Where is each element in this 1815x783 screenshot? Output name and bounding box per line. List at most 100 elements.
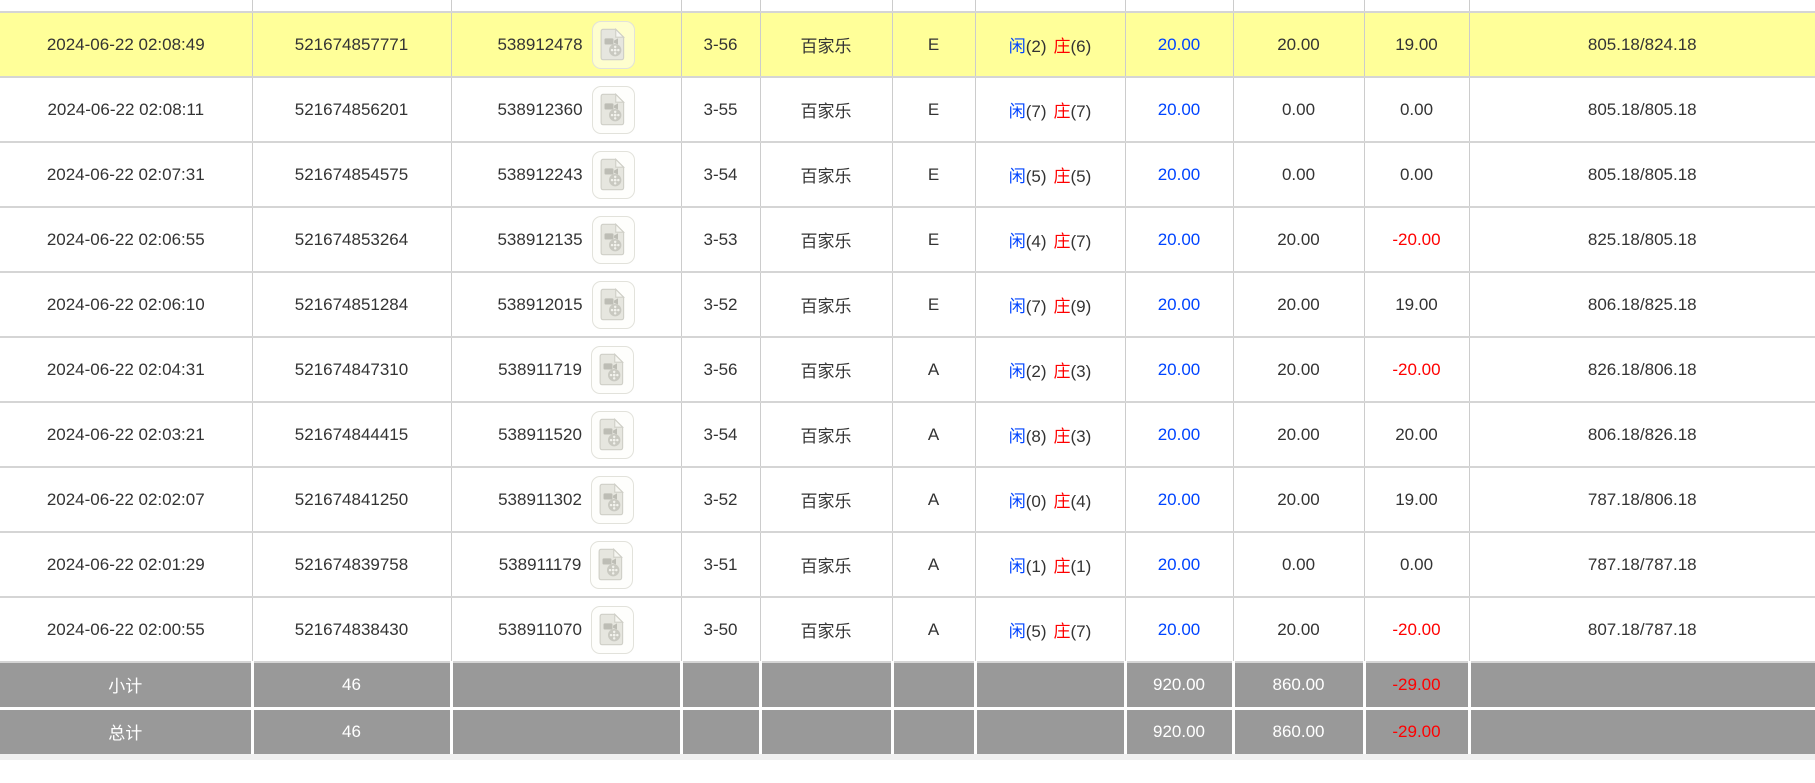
game-name: 百家乐: [760, 402, 892, 467]
balance-before-after: 806.18/825.18: [1469, 272, 1815, 337]
win-loss: 19.00: [1364, 467, 1469, 532]
round-id-cell: 538912015: [451, 272, 681, 337]
bet-id: 521674838430: [252, 597, 451, 662]
table-round: 3-56: [681, 12, 760, 77]
empty-cell: [451, 708, 681, 754]
game-result: 闲(0)庄(4): [975, 467, 1125, 532]
empty-cell: [1469, 708, 1815, 754]
zone-label: E: [892, 142, 975, 207]
subtotal-row: 小计 46 920.00 860.00 -29.00: [0, 662, 1815, 708]
valid-amount: 20.00: [1233, 272, 1364, 337]
balance-before-after: 806.18/826.18: [1469, 402, 1815, 467]
bet-amount: 20.00: [1125, 207, 1233, 272]
player-result-label: 闲: [1009, 427, 1026, 446]
video-record-button[interactable]: [591, 346, 634, 394]
player-result-label: 闲: [1009, 362, 1026, 381]
video-record-button[interactable]: [592, 151, 635, 199]
video-record-button[interactable]: [592, 216, 635, 264]
bet-record-row[interactable]: 2024-06-22 02:07:31 521674854575 5389122…: [0, 142, 1815, 207]
video-record-button[interactable]: [592, 86, 635, 134]
valid-amount: 0.00: [1233, 532, 1364, 597]
subtotal-valid-total: 860.00: [1233, 662, 1364, 708]
zone-label: E: [892, 272, 975, 337]
bet-id: 521674857771: [252, 12, 451, 77]
player-result-label: 闲: [1009, 37, 1026, 56]
game-result: 闲(1)庄(1): [975, 532, 1125, 597]
grand-total-win-loss: -29.00: [1364, 708, 1469, 754]
subtotal-count: 46: [252, 662, 451, 708]
video-record-button[interactable]: [590, 541, 633, 589]
bet-time: 2024-06-22 02:01:29: [0, 532, 252, 597]
empty-cell: [760, 708, 892, 754]
zone-label: A: [892, 337, 975, 402]
table-round: 3-50: [681, 597, 760, 662]
bet-record-row[interactable]: 2024-06-22 02:01:29 521674839758 5389111…: [0, 532, 1815, 597]
banker-result-label: 庄: [1054, 297, 1071, 316]
win-loss: 0.00: [1364, 142, 1469, 207]
bet-record-row[interactable]: 2024-06-22 02:06:55 521674853264 5389121…: [0, 207, 1815, 272]
table-round: 3-54: [681, 402, 760, 467]
bet-record-row[interactable]: 2024-06-22 02:03:21 521674844415 5389115…: [0, 402, 1815, 467]
video-record-icon: [600, 288, 627, 321]
video-record-button[interactable]: [591, 411, 634, 459]
bet-amount: 20.00: [1125, 402, 1233, 467]
video-record-icon: [600, 28, 627, 61]
bet-record-row[interactable]: 2024-06-22 02:08:11 521674856201 5389123…: [0, 77, 1815, 142]
grand-total-label: 总计: [0, 708, 252, 754]
bet-record-row[interactable]: 2024-06-22 02:04:31 521674847310 5389117…: [0, 337, 1815, 402]
banker-result-label: 庄: [1054, 102, 1071, 121]
bet-record-row[interactable]: 2024-06-22 02:08:49 521674857771 5389124…: [0, 12, 1815, 77]
game-name: 百家乐: [760, 77, 892, 142]
banker-result-label: 庄: [1054, 167, 1071, 186]
game-result: 闲(5)庄(7): [975, 597, 1125, 662]
video-record-button[interactable]: [591, 606, 634, 654]
grand-total-count: 46: [252, 708, 451, 754]
win-loss: 0.00: [1364, 77, 1469, 142]
video-record-icon: [600, 93, 627, 126]
win-loss: 20.00: [1364, 402, 1469, 467]
balance-before-after: 805.18/805.18: [1469, 77, 1815, 142]
bet-id: 521674851284: [252, 272, 451, 337]
video-record-button[interactable]: [592, 21, 635, 69]
game-name: 百家乐: [760, 12, 892, 77]
bet-time: 2024-06-22 02:07:31: [0, 142, 252, 207]
round-id: 538912478: [497, 35, 582, 55]
table-round: 3-55: [681, 77, 760, 142]
video-record-button[interactable]: [591, 476, 634, 524]
win-loss: 19.00: [1364, 272, 1469, 337]
empty-cell: [760, 662, 892, 708]
bet-history-table: 2024-06-22 02:08:49 521674857771 5389124…: [0, 0, 1815, 754]
empty-cell: [681, 662, 760, 708]
win-loss: -20.00: [1364, 597, 1469, 662]
win-loss: -20.00: [1364, 337, 1469, 402]
video-record-button[interactable]: [592, 281, 635, 329]
bet-id: 521674839758: [252, 532, 451, 597]
round-id: 538912135: [497, 230, 582, 250]
bet-amount: 20.00: [1125, 12, 1233, 77]
game-result: 闲(7)庄(7): [975, 77, 1125, 142]
game-result: 闲(5)庄(5): [975, 142, 1125, 207]
empty-cell: [975, 662, 1125, 708]
banker-score: (9): [1071, 297, 1092, 316]
round-id-cell: 538912243: [451, 142, 681, 207]
game-result: 闲(2)庄(6): [975, 12, 1125, 77]
balance-before-after: 787.18/806.18: [1469, 467, 1815, 532]
bet-time: 2024-06-22 02:02:07: [0, 467, 252, 532]
balance-before-after: 825.18/805.18: [1469, 207, 1815, 272]
player-result-label: 闲: [1009, 102, 1026, 121]
round-id-cell: 538912135: [451, 207, 681, 272]
bet-time: 2024-06-22 02:08:11: [0, 77, 252, 142]
valid-amount: 20.00: [1233, 597, 1364, 662]
round-id: 538911302: [498, 490, 582, 510]
bet-record-row[interactable]: 2024-06-22 02:00:55 521674838430 5389110…: [0, 597, 1815, 662]
round-id: 538911520: [498, 425, 582, 445]
game-result: 闲(8)庄(3): [975, 402, 1125, 467]
zone-label: E: [892, 12, 975, 77]
bet-id: 521674854575: [252, 142, 451, 207]
bet-record-row[interactable]: 2024-06-22 02:06:10 521674851284 5389120…: [0, 272, 1815, 337]
bet-record-row[interactable]: 2024-06-22 02:02:07 521674841250 5389113…: [0, 467, 1815, 532]
video-record-icon: [599, 483, 626, 516]
video-record-icon: [599, 353, 626, 386]
video-record-icon: [600, 223, 627, 256]
table-round: 3-56: [681, 337, 760, 402]
